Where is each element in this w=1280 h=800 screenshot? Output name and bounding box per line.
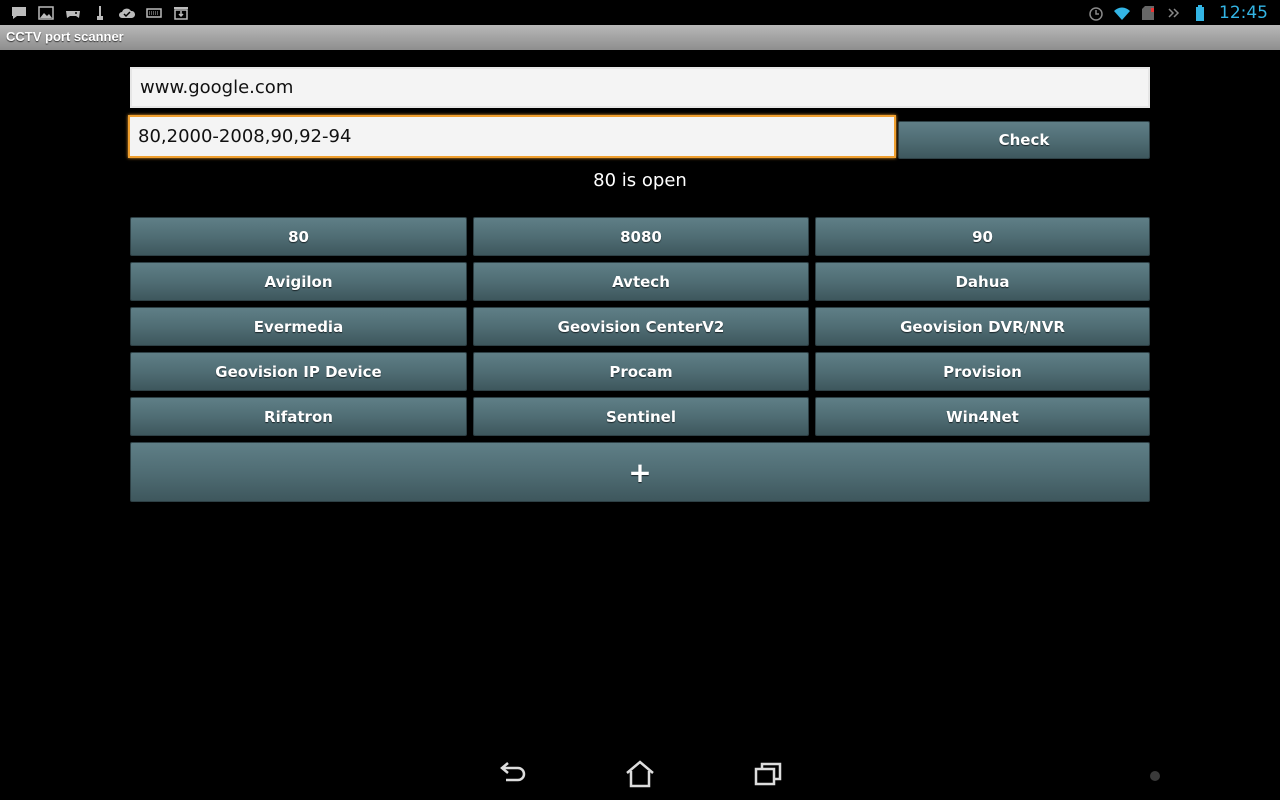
recent-apps-button[interactable] — [750, 760, 786, 792]
scan-result: 80 is open — [593, 170, 687, 191]
home-button[interactable] — [622, 760, 658, 792]
preset-90-button[interactable]: 90 — [815, 217, 1150, 256]
gamepad-icon — [64, 4, 82, 22]
status-bar: 12:45 — [0, 0, 1280, 25]
system-icons[interactable]: 12:45 — [1087, 3, 1280, 23]
preset-rifatron-button[interactable]: Rifatron — [130, 397, 467, 436]
main-content: Check 80 is open 80 8080 90 Avigilon Avt… — [0, 50, 1280, 750]
keyboard-icon — [145, 4, 163, 22]
usb-icon — [91, 4, 109, 22]
home-icon — [624, 759, 656, 793]
preset-geovision-dvr-nvr-button[interactable]: Geovision DVR/NVR — [815, 307, 1150, 346]
preset-win4net-button[interactable]: Win4Net — [815, 397, 1150, 436]
cloud-check-icon — [118, 4, 136, 22]
image-icon — [37, 4, 55, 22]
alarm-icon — [1087, 4, 1105, 22]
preset-sentinel-button[interactable]: Sentinel — [473, 397, 809, 436]
preset-80-button[interactable]: 80 — [130, 217, 467, 256]
notification-icons[interactable] — [10, 3, 190, 22]
back-button[interactable] — [494, 760, 530, 792]
preset-evermedia-button[interactable]: Evermedia — [130, 307, 467, 346]
check-button[interactable]: Check — [898, 121, 1150, 159]
message-icon — [10, 4, 28, 22]
preset-dahua-button[interactable]: Dahua — [815, 262, 1150, 301]
app-title: CCTV port scanner — [6, 29, 124, 44]
ports-input[interactable] — [128, 115, 896, 158]
preset-8080-button[interactable]: 8080 — [473, 217, 809, 256]
preset-provision-button[interactable]: Provision — [815, 352, 1150, 391]
nav-indicator-dot — [1150, 771, 1160, 781]
preset-avtech-button[interactable]: Avtech — [473, 262, 809, 301]
preset-procam-button[interactable]: Procam — [473, 352, 809, 391]
navigation-bar — [0, 750, 1280, 800]
title-bar: CCTV port scanner — [0, 25, 1280, 50]
preset-avigilon-button[interactable]: Avigilon — [130, 262, 467, 301]
download-icon — [172, 4, 190, 22]
preset-grid: 80 8080 90 Avigilon Avtech Dahua Evermed… — [130, 217, 1150, 436]
host-input[interactable] — [130, 67, 1150, 108]
sd-card-icon — [1139, 4, 1157, 22]
chevron-right-icon — [1165, 4, 1183, 22]
battery-icon — [1191, 4, 1209, 22]
recent-apps-icon — [752, 759, 784, 793]
wifi-icon — [1113, 4, 1131, 22]
add-preset-button[interactable]: + — [130, 442, 1150, 502]
preset-geovision-ip-device-button[interactable]: Geovision IP Device — [130, 352, 467, 391]
clock[interactable]: 12:45 — [1219, 3, 1268, 23]
back-icon — [496, 759, 528, 793]
preset-geovision-centerv2-button[interactable]: Geovision CenterV2 — [473, 307, 809, 346]
